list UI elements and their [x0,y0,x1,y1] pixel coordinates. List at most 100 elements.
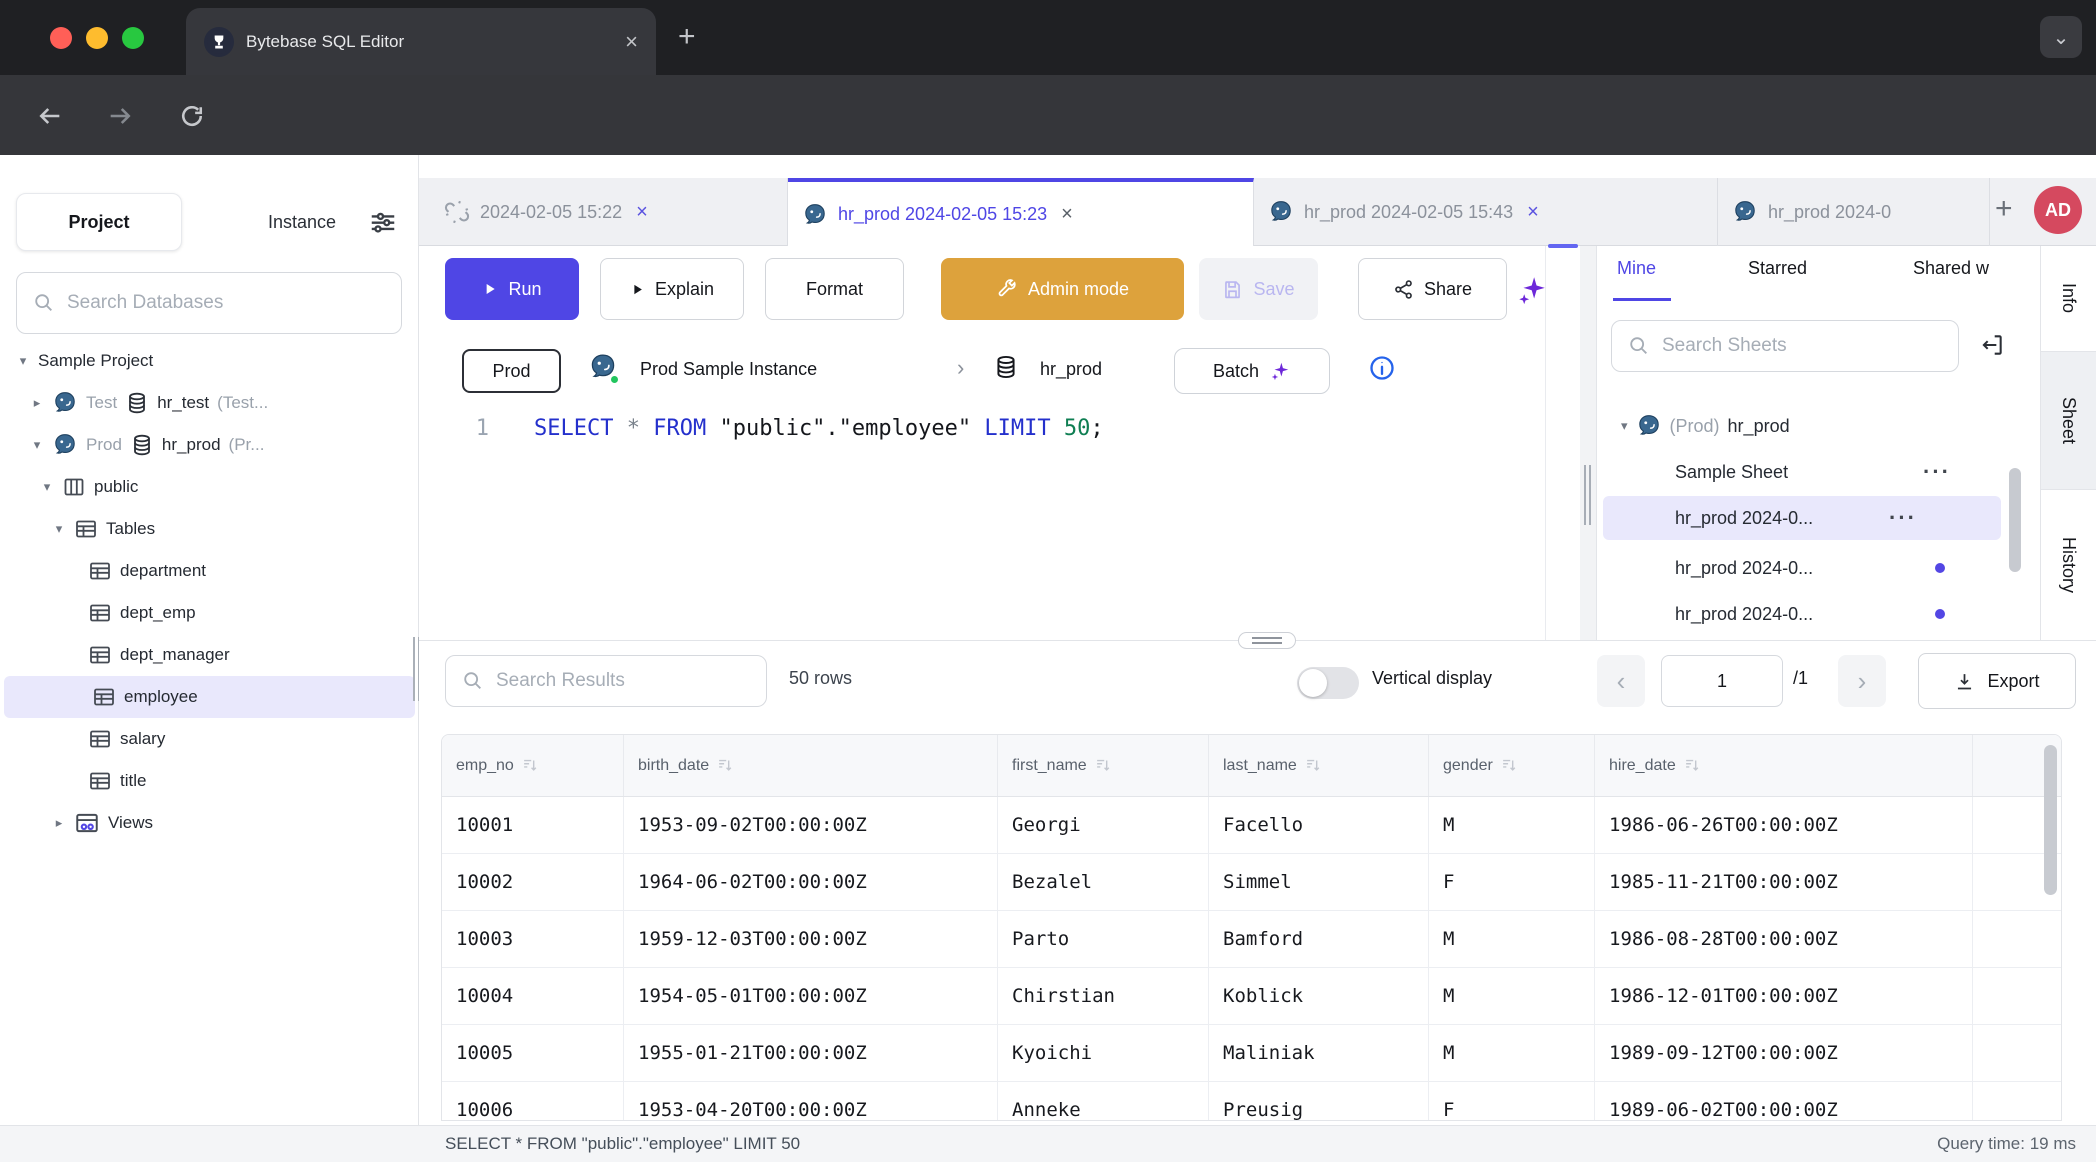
tab-project[interactable]: Project [16,193,182,251]
results-search-input[interactable] [496,670,750,692]
sheet-item-3[interactable]: hr_prod 2024-0... [1597,546,2040,590]
database-search-input[interactable] [67,292,385,314]
postgres-icon [802,202,828,228]
instance-name[interactable]: Prod Sample Instance [640,359,817,380]
save-button[interactable]: Save [1199,258,1318,320]
tree-item-views[interactable]: ▸ Views [0,802,419,844]
sheet-list-scrollbar[interactable] [2009,468,2021,572]
database-search[interactable] [16,272,402,334]
tree-item-table-dept-emp[interactable]: dept_emp [0,592,419,634]
sheet-menu-icon[interactable]: ··· [1923,467,1951,477]
tree-item-schema-public[interactable]: ▾ public [0,466,419,508]
tab-sheet[interactable]: Sheet [2041,352,2096,490]
panel-splitter-handle[interactable] [1584,465,1591,525]
sheet-tab-1[interactable]: 2024-02-05 15:22 × [430,178,788,246]
column-header-emp-no[interactable]: emp_no [442,735,624,796]
close-sheet-tab-icon[interactable]: × [636,201,648,224]
tab-search-chevron-button[interactable]: ⌄ [2040,16,2082,58]
sheet-tab-2-active[interactable]: hr_prod 2024-02-05 15:23 × [788,178,1254,247]
sort-icon[interactable] [522,757,539,774]
chevron-down-icon[interactable]: ▾ [16,353,30,369]
reload-icon[interactable] [178,102,206,130]
search-icon [462,670,484,692]
sheet-search[interactable] [1611,320,1959,372]
column-header-birth-date[interactable]: birth_date [624,735,998,796]
sort-icon[interactable] [1684,757,1701,774]
column-header-gender[interactable]: gender [1429,735,1595,796]
column-header-hire-date[interactable]: hire_date [1595,735,1973,796]
chevron-down-icon[interactable]: ▾ [1621,418,1628,434]
sort-icon[interactable] [1305,757,1322,774]
tab-instance[interactable]: Instance [232,193,372,251]
export-button[interactable]: Export [1918,653,2076,709]
column-header-first-name[interactable]: first_name [998,735,1209,796]
tree-item-table-employee[interactable]: employee [4,676,415,718]
import-sheet-icon[interactable] [1979,332,2005,358]
chevron-right-icon[interactable]: ▸ [30,395,44,411]
tab-history[interactable]: History [2041,490,2096,640]
vertical-display-toggle[interactable] [1297,667,1359,699]
tree-item-table-dept-manager[interactable]: dept_manager [0,634,419,676]
explain-button[interactable]: Explain [600,258,744,320]
browser-tab[interactable]: Bytebase SQL Editor × [186,8,656,75]
chevron-right-icon[interactable]: ▸ [52,815,66,831]
sheet-item-selected[interactable]: hr_prod 2024-0... ··· [1603,496,2001,540]
close-window-button[interactable] [50,27,72,49]
sheet-menu-icon[interactable]: ··· [1889,513,1917,523]
close-tab-icon[interactable]: × [625,29,638,55]
batch-button[interactable]: Batch [1174,348,1330,394]
ai-sparkles-icon[interactable] [1515,273,1549,307]
tree-item-hr-prod[interactable]: ▾ Prod hr_prod (Pr... [0,424,419,466]
sheet-search-input[interactable] [1662,335,1942,357]
sort-icon[interactable] [717,757,734,774]
sheet-item-4[interactable]: hr_prod 2024-0... [1597,592,2040,636]
page-input[interactable] [1661,655,1783,707]
panel-splitter[interactable] [1580,246,1596,640]
sheet-tab-4[interactable]: hr_prod 2024-0 [1718,178,1990,246]
run-button[interactable]: Run [445,258,579,320]
sort-icon[interactable] [1095,757,1112,774]
sheet-item-sample-sheet[interactable]: Sample Sheet ··· [1597,450,2040,494]
tree-item-table-title[interactable]: title [0,760,419,802]
back-icon[interactable] [36,102,64,130]
sheet-group-hr-prod[interactable]: ▾ (Prod) hr_prod [1597,404,2040,448]
tab-mine[interactable]: Mine [1617,258,1656,279]
tab-shared-with-me[interactable]: Shared w [1913,258,1989,279]
unsaved-dot [1935,563,1945,573]
chevron-down-icon[interactable]: ▾ [52,521,66,537]
sort-icon[interactable] [1501,757,1518,774]
prev-page-button[interactable]: ‹ [1597,655,1645,707]
filter-icon[interactable] [368,207,398,237]
new-tab-button[interactable]: + [678,20,696,54]
column-header-last-name[interactable]: last_name [1209,735,1429,796]
format-button[interactable]: Format [765,258,904,320]
tree-item-tables[interactable]: ▾ Tables [0,508,419,550]
tree-item-project[interactable]: ▾ Sample Project [0,340,419,382]
table-scrollbar-thumb[interactable] [2044,745,2057,895]
database-name[interactable]: hr_prod [1040,359,1102,380]
tree-item-hr-test[interactable]: ▸ Test hr_test (Test... [0,382,419,424]
admin-mode-button[interactable]: Admin mode [941,258,1184,320]
chevron-down-icon[interactable]: ▾ [40,479,54,495]
tab-starred[interactable]: Starred [1748,258,1807,279]
results-resize-handle[interactable] [1238,632,1296,649]
zoom-window-button[interactable] [122,27,144,49]
editor-scrollbar-thumb[interactable] [1548,244,1578,248]
minimize-window-button[interactable] [86,27,108,49]
close-sheet-tab-icon[interactable]: × [1061,203,1073,226]
user-avatar[interactable]: AD [2034,186,2082,234]
info-icon[interactable] [1368,354,1396,382]
share-button[interactable]: Share [1358,258,1507,320]
close-sheet-tab-icon[interactable]: × [1527,201,1539,224]
results-search[interactable] [445,655,767,707]
tree-item-table-department[interactable]: department [0,550,419,592]
forward-icon[interactable] [106,102,134,130]
chevron-down-icon[interactable]: ▾ [30,437,44,453]
tree-item-table-salary[interactable]: salary [0,718,419,760]
sql-code-line[interactable]: SELECT * FROM "public"."employee" LIMIT … [534,416,1104,441]
next-page-button[interactable]: › [1838,655,1886,707]
tab-info[interactable]: Info [2041,246,2096,352]
sheet-tab-3[interactable]: hr_prod 2024-02-05 15:43 × [1254,178,1718,246]
environment-badge[interactable]: Prod [462,349,561,393]
new-sheet-tab-button[interactable]: + [1995,192,2013,226]
